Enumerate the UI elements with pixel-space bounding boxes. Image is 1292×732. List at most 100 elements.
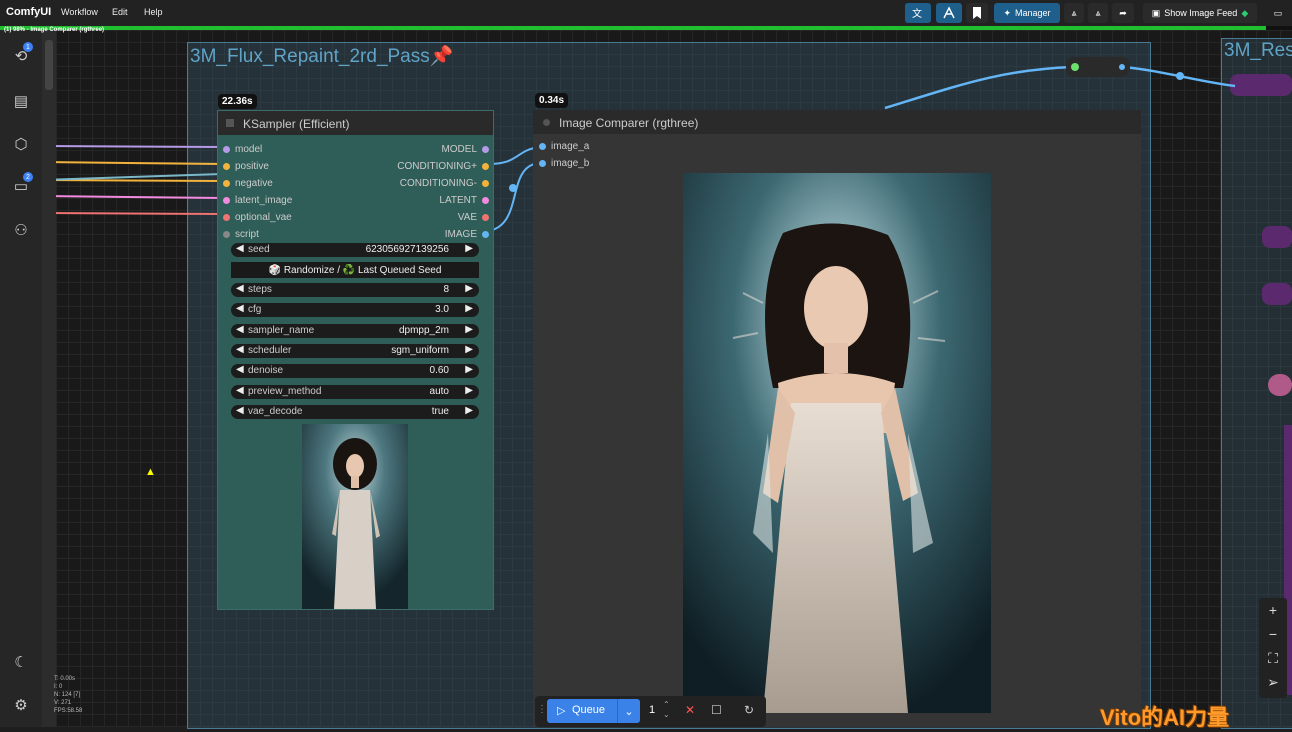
steps-widget[interactable]: ◀ steps 8 ▶ [231,283,479,297]
input-socket-script[interactable] [223,231,230,238]
preview-method-widget[interactable]: ◀ preview_method auto ▶ [231,384,479,399]
increment-arrow-icon[interactable]: ▶ [465,324,473,335]
decrement-arrow-icon[interactable]: ◀ [236,405,244,416]
comparer-image[interactable] [683,173,991,713]
increment-arrow-icon[interactable]: ▶ [465,364,473,375]
input-socket-optional_vae[interactable] [223,214,230,221]
widget-label: steps [248,284,272,295]
node-library-icon[interactable]: ▤ [11,91,31,111]
output-label-image: IMAGE [444,229,477,240]
translate-icon[interactable]: 文 [905,3,931,23]
settings-gear-icon[interactable]: ⚙ [11,695,31,715]
input-socket-positive[interactable] [223,163,230,170]
app-logo[interactable]: ComfyUI [6,6,51,18]
wire-latent-source [41,173,223,181]
input-label-positive: positive [235,161,269,172]
workflow-tree-icon[interactable]: ⚇ [11,220,31,240]
drag-handle-icon[interactable]: ⋮ [537,704,547,715]
ksampler-header[interactable]: KSampler (Efficient) [218,111,493,135]
ksampler-title: KSampler (Efficient) [243,117,350,131]
ksampler-node[interactable]: KSampler (Efficient) model positive negati… [217,110,494,610]
zoom-in-icon[interactable]: + [1259,598,1287,622]
output-label-conditioning-: CONDITIONING- [399,178,477,189]
decrement-arrow-icon[interactable]: ◀ [236,364,244,375]
collapse-icon[interactable] [543,119,550,126]
increment-arrow-icon[interactable]: ▶ [465,405,473,416]
increment-arrow-icon[interactable]: ▶ [465,385,473,396]
increment-arrow-icon[interactable]: ▶ [465,243,473,254]
stop-icon[interactable]: ☐ [711,703,722,717]
sampler-name-widget[interactable]: ◀ sampler_name dpmpp_2m ▶ [231,323,479,338]
increment-arrow-icon[interactable]: ▶ [465,344,473,355]
node-map-icon[interactable] [936,3,962,23]
render-stats: T: 0.00s I: 0 N: 124 [7] V: 271 FPS:58.5… [54,675,82,715]
cfg-widget[interactable]: ◀ cfg 3.0 ▶ [231,303,479,318]
decrement-arrow-icon[interactable]: ◀ [236,283,244,294]
cleanup-icon[interactable]: ⩓ [1064,3,1084,23]
widget-value: 0.60 [429,365,449,377]
randomize-seed-button[interactable]: 🎲 Randomize / ♻️ Last Queued Seed [231,262,479,278]
wire-latent [41,195,223,199]
batch-count-input[interactable]: 1 [649,704,655,716]
decrement-arrow-icon[interactable]: ◀ [236,243,244,254]
erase-icon[interactable]: ⩓ [1088,3,1108,23]
input-socket-model[interactable] [223,146,230,153]
batch-stepper-icon[interactable]: ⌃ ⌄ [663,700,670,720]
menu-edit[interactable]: Edit [112,7,128,17]
panel-toggle-icon[interactable]: ▭ [1268,3,1288,23]
share-icon[interactable]: ➦ [1112,3,1134,23]
output-socket-image[interactable] [482,231,489,238]
decrement-arrow-icon[interactable]: ◀ [236,324,244,335]
theme-moon-icon[interactable]: ☾ [11,652,31,672]
decrement-arrow-icon[interactable]: ◀ [236,303,244,314]
comparer-time-badge: 0.34s [535,93,569,108]
image-b-input-socket[interactable] [539,160,546,167]
input-label-optional_vae: optional_vae [235,212,292,223]
fit-view-icon[interactable]: ⛶ [1259,646,1287,670]
widget-value: 8 [443,284,449,295]
output-socket-latent[interactable] [482,197,489,204]
bookmark-icon[interactable] [966,3,988,23]
image-a-input-socket[interactable] [539,143,546,150]
queue-button[interactable]: ▷ Queue ⌄ [547,699,640,723]
show-image-feed-button[interactable]: ▣ Show Image Feed ◆ [1143,3,1257,23]
comparer-header[interactable]: Image Comparer (rgthree) [533,110,1141,134]
widget-value: sgm_uniform [391,344,449,356]
menu-workflow[interactable]: Workflow [61,7,98,17]
increment-arrow-icon[interactable]: ▶ [465,303,473,314]
navigate-icon[interactable]: ➢ [1259,670,1287,694]
image-comparer-node[interactable]: Image Comparer (rgthree) image_a image_b [533,110,1141,727]
scheduler-widget[interactable]: ◀ scheduler sgm_uniform ▶ [231,343,479,358]
reroute-input-dot [1071,63,1079,71]
output-socket-conditioning+[interactable] [482,163,489,170]
input-socket-negative[interactable] [223,180,230,187]
cube-icon[interactable]: ⬡ [11,134,31,154]
queue-history-icon[interactable]: ⟲ 1 [11,42,33,66]
cancel-icon[interactable]: ✕ [685,703,695,717]
vae-decode-widget[interactable]: ◀ vae_decode true ▶ [231,404,479,419]
output-label-conditioning+: CONDITIONING+ [397,161,477,172]
stat-line: N: 124 [7] [54,692,81,698]
output-socket-conditioning-[interactable] [482,180,489,187]
output-socket-vae[interactable] [482,214,489,221]
collapse-icon[interactable] [226,119,234,127]
decrement-arrow-icon[interactable]: ◀ [236,385,244,396]
seed-widget[interactable]: ◀ seed 623056927139256 ▶ [231,243,479,257]
widget-label: scheduler [248,344,292,356]
scrollbar-thumb[interactable] [45,40,53,90]
decrement-arrow-icon[interactable]: ◀ [236,344,244,355]
output-socket-model[interactable] [482,146,489,153]
denoise-widget[interactable]: ◀ denoise 0.60 ▶ [231,364,479,379]
zoom-out-icon[interactable]: − [1259,622,1287,646]
svg-text:文: 文 [912,7,922,20]
canvas-scrollbar[interactable] [42,30,56,727]
input-socket-latent_image[interactable] [223,197,230,204]
refresh-icon[interactable]: ↻ [744,703,754,717]
folder-icon[interactable]: ▭ 2 [11,172,33,196]
queue-label: Queue [572,704,606,716]
stat-line: T: 0.00s [54,676,76,682]
increment-arrow-icon[interactable]: ▶ [465,283,473,294]
chevron-down-icon[interactable]: ⌄ [617,699,640,723]
menu-help[interactable]: Help [144,7,163,17]
manager-button[interactable]: ✦ Manager [994,3,1060,23]
